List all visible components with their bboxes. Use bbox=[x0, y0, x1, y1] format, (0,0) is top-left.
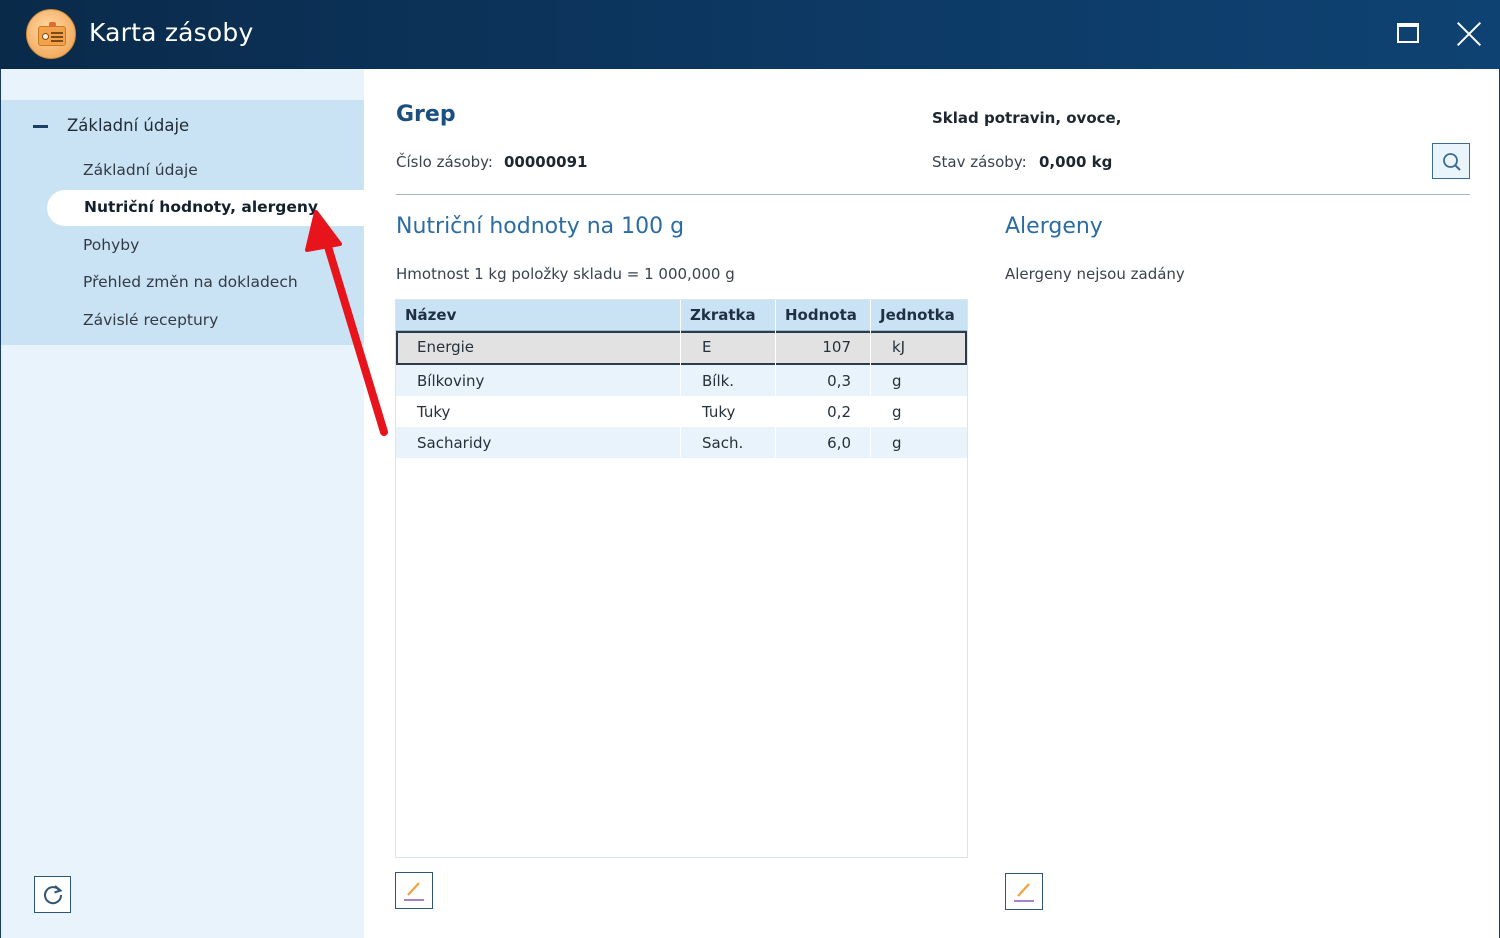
divider bbox=[396, 194, 1470, 195]
table-row[interactable]: Sacharidy Sach. 6,0 g bbox=[396, 427, 967, 458]
edit-allergens-button[interactable] bbox=[1005, 873, 1043, 910]
search-button[interactable] bbox=[1432, 143, 1470, 179]
cell-abbr: Bílk. bbox=[702, 372, 735, 390]
sidebar-item-zakladni-udaje[interactable]: Základní údaje bbox=[83, 161, 198, 179]
refresh-button[interactable] bbox=[34, 876, 71, 913]
cell-unit: kJ bbox=[892, 338, 906, 356]
sidebar: Základní údaje Základní údaje Nutriční h… bbox=[0, 69, 365, 938]
cell-unit: g bbox=[892, 434, 902, 452]
table-header: Název Zkratka Hodnota Jednotka bbox=[396, 300, 967, 331]
cell-name: Bílkoviny bbox=[417, 372, 485, 390]
stock-label: Stav zásoby: bbox=[932, 153, 1027, 171]
column-separator bbox=[775, 300, 776, 457]
nutrition-table: Název Zkratka Hodnota Jednotka Energie E… bbox=[395, 299, 968, 858]
cell-abbr: Tuky bbox=[702, 403, 736, 421]
cell-value: 0,2 bbox=[827, 403, 851, 421]
column-header-unit[interactable]: Jednotka bbox=[880, 306, 955, 324]
column-header-name[interactable]: Název bbox=[405, 306, 456, 324]
nav-group-label[interactable]: Základní údaje bbox=[67, 116, 189, 135]
table-row[interactable]: Tuky Tuky 0,2 g bbox=[396, 396, 967, 427]
stock-value: 0,000 kg bbox=[1039, 153, 1113, 171]
sidebar-item-pohyby[interactable]: Pohyby bbox=[83, 236, 139, 254]
warehouse-name: Sklad potravin, ovoce, bbox=[932, 109, 1122, 127]
sidebar-item-zavisle-receptury[interactable]: Závislé receptury bbox=[83, 311, 218, 329]
cell-value: 107 bbox=[822, 338, 851, 356]
search-icon bbox=[1443, 153, 1461, 171]
cell-name: Tuky bbox=[417, 403, 451, 421]
nutrition-title: Nutriční hodnoty na 100 g bbox=[396, 214, 685, 239]
sidebar-item-label: Nutriční hodnoty, alergeny bbox=[84, 198, 319, 216]
title-bar: Karta zásoby bbox=[0, 0, 1500, 69]
window-title: Karta zásoby bbox=[89, 18, 254, 47]
allergens-note: Alergeny nejsou zadány bbox=[1005, 265, 1185, 283]
column-separator bbox=[680, 300, 681, 457]
sidebar-item-prehled-zmen[interactable]: Přehled změn na dokladech bbox=[83, 273, 298, 291]
cell-unit: g bbox=[892, 403, 902, 421]
edit-pencil-icon bbox=[404, 882, 424, 901]
column-separator bbox=[870, 300, 871, 457]
refresh-icon bbox=[44, 885, 63, 905]
app-card-icon bbox=[26, 9, 76, 59]
cell-value: 6,0 bbox=[827, 434, 851, 452]
edit-nutrition-button[interactable] bbox=[395, 872, 433, 909]
cell-unit: g bbox=[892, 372, 902, 390]
cell-name: Sacharidy bbox=[417, 434, 492, 452]
table-row[interactable]: Bílkoviny Bílk. 0,3 g bbox=[396, 365, 967, 396]
cell-abbr: Sach. bbox=[702, 434, 744, 452]
item-name: Grep bbox=[396, 102, 456, 127]
cell-value: 0,3 bbox=[827, 372, 851, 390]
maximize-icon[interactable] bbox=[1395, 20, 1423, 48]
close-icon[interactable] bbox=[1455, 20, 1483, 48]
edit-pencil-icon bbox=[1014, 883, 1034, 902]
collapse-icon[interactable] bbox=[33, 125, 48, 128]
item-number-label: Číslo zásoby: bbox=[396, 153, 493, 171]
cell-name: Energie bbox=[417, 338, 475, 356]
allergens-title: Alergeny bbox=[1005, 214, 1103, 239]
main-panel: Grep Sklad potravin, ovoce, Číslo zásoby… bbox=[364, 69, 1500, 938]
cell-abbr: E bbox=[702, 338, 712, 356]
column-header-value[interactable]: Hodnota bbox=[785, 306, 857, 324]
column-header-abbr[interactable]: Zkratka bbox=[690, 306, 756, 324]
table-row[interactable]: Energie E 107 kJ bbox=[396, 331, 967, 365]
weight-note: Hmotnost 1 kg položky skladu = 1 000,000… bbox=[396, 265, 735, 283]
item-number-value: 00000091 bbox=[504, 153, 588, 171]
sidebar-item-nutricni-hodnoty[interactable]: Nutriční hodnoty, alergeny bbox=[47, 190, 365, 226]
